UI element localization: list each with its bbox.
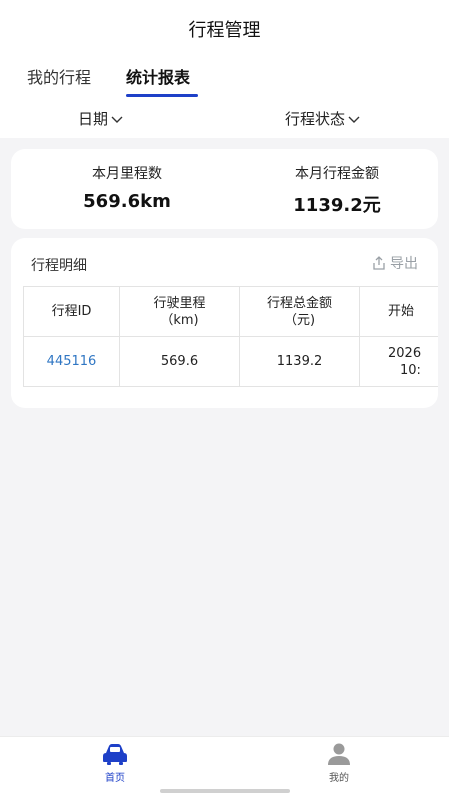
- nav-me[interactable]: 我的: [299, 743, 379, 784]
- mileage-cell: 569.6: [119, 336, 240, 387]
- export-icon: [373, 256, 385, 270]
- table-row[interactable]: 445116 569.6 1139.2 2026 10:: [23, 336, 438, 387]
- amount-summary: 本月行程金额 1139.2元: [237, 163, 437, 217]
- column-header-unit: （元): [283, 312, 316, 328]
- column-header-text: 行程ID: [51, 304, 92, 319]
- monthly-summary-card: 本月里程数 569.6km 本月行程金额 1139.2元: [11, 149, 438, 229]
- amount-label: 本月行程金额: [295, 166, 379, 182]
- trip-table-scroll[interactable]: 行程ID 行驶里程 （km) 行程总金额 （元) 开始 445116 569.6…: [23, 286, 438, 388]
- column-header-mileage: 行驶里程 （km): [119, 286, 240, 337]
- trip-id-cell[interactable]: 445116: [23, 336, 120, 387]
- date-filter-label: 日期: [78, 110, 109, 128]
- amount-cell: 1139.2: [239, 336, 360, 387]
- top-bar: 行程管理 我的行程 统计报表 日期 行程状态: [0, 0, 449, 138]
- nav-me-label: 我的: [329, 773, 349, 784]
- active-tab-indicator: [126, 94, 198, 97]
- start-time-text: 10:: [400, 362, 421, 378]
- trip-detail-card: 行程明细 导出 行程ID 行驶里程 （km) 行程总金额 （元) 开始 4451…: [11, 238, 438, 408]
- person-icon: [328, 743, 350, 765]
- nav-home-label: 首页: [105, 773, 125, 784]
- filter-bar: 日期 行程状态: [0, 108, 449, 132]
- nav-home[interactable]: 首页: [75, 743, 155, 784]
- chevron-down-icon: [348, 116, 360, 123]
- mileage-label: 本月里程数: [92, 166, 162, 182]
- chevron-down-icon: [111, 116, 123, 123]
- column-header-trip-id: 行程ID: [23, 286, 120, 337]
- page-title: 行程管理: [188, 20, 261, 41]
- trip-table: 行程ID 行驶里程 （km) 行程总金额 （元) 开始 445116 569.6…: [23, 286, 438, 387]
- amount-value: 1139.2元: [293, 195, 381, 216]
- start-date-text: 2026: [388, 345, 422, 361]
- column-header-text: 行驶里程: [153, 295, 206, 311]
- export-button[interactable]: 导出: [371, 253, 418, 273]
- mileage-value: 569.6km: [83, 191, 171, 212]
- status-filter[interactable]: 行程状态: [285, 108, 361, 129]
- column-header-text: 行程总金额: [266, 295, 332, 311]
- table-header-row: 行程ID 行驶里程 （km) 行程总金额 （元) 开始: [23, 286, 438, 337]
- tab-my-trips[interactable]: 我的行程: [27, 64, 91, 88]
- date-filter[interactable]: 日期: [78, 108, 124, 129]
- column-header-start: 开始: [359, 286, 438, 337]
- column-header-total-amount: 行程总金额 （元): [239, 286, 360, 337]
- tab-statistics-report[interactable]: 统计报表: [126, 64, 190, 88]
- export-label: 导出: [390, 256, 418, 272]
- home-indicator: [160, 789, 290, 793]
- column-header-text: 开始: [388, 304, 415, 319]
- tab-bar: 我的行程 统计报表: [0, 64, 449, 100]
- mileage-summary: 本月里程数 569.6km: [27, 163, 227, 212]
- detail-title: 行程明细: [31, 258, 87, 274]
- column-header-unit: （km): [160, 312, 199, 328]
- trip-id-link[interactable]: 445116: [47, 354, 97, 369]
- car-icon: [103, 744, 127, 765]
- start-time-cell: 2026 10:: [359, 336, 438, 387]
- status-filter-label: 行程状态: [285, 110, 346, 128]
